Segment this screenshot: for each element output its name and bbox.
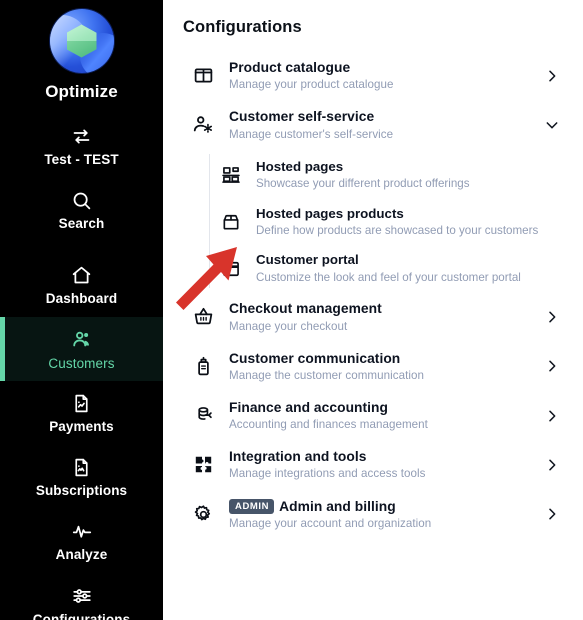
config-text: Integration and tools Manage integration… [229,448,528,481]
sidebar-item-payments[interactable]: Payments [0,381,163,445]
sidebar-item-label: Subscriptions [35,482,128,498]
config-subrow-customer-portal[interactable]: Customer portal Customize the look and f… [219,245,563,292]
sidebar-item-customers[interactable]: Customers [0,316,163,381]
gear-icon [190,501,216,527]
book-icon [190,63,216,89]
config-title-text: Admin and billing [279,498,396,514]
app-root: Optimize Test - TEST Search Dashboard Cu… [0,0,583,620]
sidebar-item-test-test[interactable]: Test - TEST [0,114,163,178]
users-icon [71,329,93,351]
config-title: Product catalogue [229,60,351,75]
sidebar-item-label: Configurations [32,611,131,620]
chevron-right-icon[interactable] [541,309,563,325]
user-gear-icon [190,112,216,138]
sidebar-item-configurations[interactable]: Configurations [0,573,163,620]
status-badge: ADMIN [229,498,275,515]
sidebar-item-label: Customers [48,355,115,371]
pulse-icon [71,520,93,542]
config-row-product-catalogue[interactable]: Product catalogue Manage your product ca… [182,51,563,100]
config-text: Checkout management Manage your checkout [229,300,528,333]
search-icon [71,190,92,211]
config-subtitle: Customize the look and feel of your cust… [256,271,521,285]
config-row-customer-self-service[interactable]: Customer self-service Manage customer's … [182,100,563,149]
chevron-right-icon[interactable] [541,457,563,473]
config-subrow-hosted-pages[interactable]: Hosted pages Showcase your different pro… [219,152,563,199]
chevron-right-icon[interactable] [541,506,563,522]
puzzle-piece-icon [190,452,216,478]
sidebar-item-label: Test - TEST [44,152,119,167]
sidebar-item-analyze[interactable]: Analyze [0,508,163,573]
config-subtitle: Manage your product catalogue [229,78,394,92]
config-title: Customer self-service [229,109,375,125]
chevron-right-icon[interactable] [541,358,563,374]
swap-arrows-icon [71,126,92,147]
config-subtitle: Showcase your different product offering… [256,177,470,191]
sidebar-item-label: Payments [49,419,114,434]
brand: Optimize [0,0,163,102]
config-subtitle: Manage your account and organization [229,516,432,530]
package-box-icon [219,210,243,234]
page-title: Configurations [183,18,302,36]
basket-icon [190,304,216,330]
config-subtext: Customer portal Customize the look and f… [256,252,521,285]
layout-grid-icon [219,163,243,187]
config-row-integration-and-tools[interactable]: Integration and tools Manage integration… [182,440,563,489]
config-title: ADMIN Admin and billing [229,498,528,515]
config-text: Customer self-service Manage customer's … [229,108,528,141]
config-title: Hosted pages products [256,205,404,221]
config-title: Customer portal [256,252,359,268]
config-text: ADMIN Admin and billing Manage your accou… [229,498,528,531]
config-subtitle: Manage your checkout [229,319,348,333]
chevron-down-icon[interactable] [541,117,563,133]
config-text: Customer communication Manage the custom… [229,350,528,383]
config-subtitle: Accounting and finances management [229,418,428,432]
configurations-list: Product catalogue Manage your product ca… [182,51,563,539]
config-subtitle: Define how products are showcased to you… [256,224,539,238]
config-subtitle: Manage customer's self-service [229,127,394,141]
sidebar-nav-list: Dashboard Customers Payments Subscriptio… [0,253,163,620]
megaphone-icon [190,353,216,379]
chevron-right-icon[interactable] [541,408,563,424]
config-row-checkout-management[interactable]: Checkout management Manage your checkout [182,292,563,341]
config-subtext: Hosted pages products Define how product… [256,206,538,239]
config-text: Product catalogue Manage your product ca… [229,59,528,92]
config-title: Checkout management [229,301,382,317]
document-payment-icon [71,393,92,414]
sidebar-item-label: Dashboard [45,291,118,306]
config-subtitle: Manage integrations and access tools [229,467,426,481]
sidebar: Optimize Test - TEST Search Dashboard Cu… [0,0,163,620]
config-row-admin-and-billing[interactable]: ADMIN Admin and billing Manage your accou… [182,490,563,539]
sidebar-item-dashboard[interactable]: Dashboard [0,253,163,317]
sidebar-item-subscriptions[interactable]: Subscriptions [0,445,163,509]
config-row-customer-communication[interactable]: Customer communication Manage the custom… [182,342,563,391]
chevron-right-icon[interactable] [541,68,563,84]
config-subtext: Hosted pages Showcase your different pro… [256,159,470,192]
brand-name: Optimize [45,82,118,101]
config-title: Hosted pages [256,158,344,174]
config-title: Integration and tools [229,449,367,465]
config-title: Customer communication [229,350,401,366]
config-subrow-hosted-pages-products[interactable]: Hosted pages products Define how product… [219,199,563,246]
sliders-icon [71,585,93,607]
config-row-finance-and-accounting[interactable]: Finance and accounting Accounting and fi… [182,391,563,440]
optimize-logo [49,9,114,73]
config-title: Finance and accounting [229,399,389,415]
sidebar-top-list: Test - TEST Search [0,114,163,241]
sidebar-item-label: Analyze [55,547,108,562]
config-text: Finance and accounting Accounting and fi… [229,399,528,432]
customer-self-service-subgroup: Hosted pages Showcase your different pro… [182,152,563,293]
home-icon [71,265,92,286]
coins-stack-icon [190,403,216,429]
main-content: Configurations Product catalogue Manage … [163,0,583,620]
sidebar-item-search[interactable]: Search [0,178,163,242]
window-icon [219,257,243,281]
sidebar-item-label: Search [58,215,105,231]
document-subscription-icon [71,457,92,478]
config-subtitle: Manage the customer communication [229,368,424,382]
